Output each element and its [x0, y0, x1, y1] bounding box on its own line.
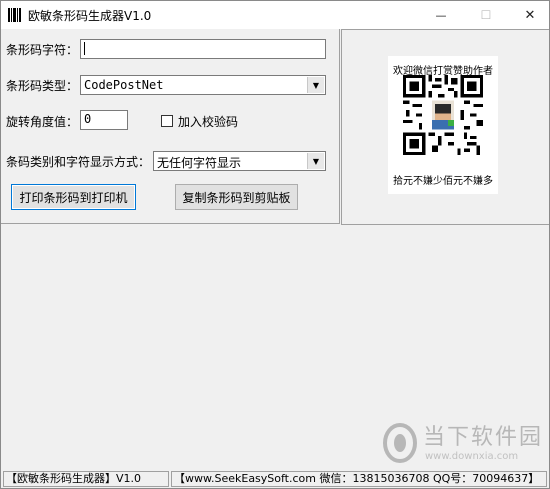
- text-caret: [84, 42, 85, 55]
- close-button[interactable]: ✕: [512, 1, 548, 29]
- copy-barcode-button[interactable]: 复制条形码到剪贴板: [175, 184, 298, 210]
- rotation-label: 旋转角度值：: [6, 115, 79, 129]
- barcode-text-input[interactable]: [80, 39, 326, 59]
- watermark: 当下软件园 www.downxia.com: [383, 419, 543, 469]
- window-title: 欧敏条形码生成器V1.0: [28, 9, 152, 23]
- close-icon: ✕: [524, 7, 536, 23]
- minimize-button[interactable]: —: [423, 1, 459, 29]
- barcode-app-icon: [8, 8, 21, 22]
- app-window: 欧敏条形码生成器V1.0 — ☐ ✕ 条形码字符： 条形码类型： CodePos…: [0, 0, 550, 489]
- watermark-brand: 当下软件园: [423, 425, 544, 450]
- barcode-type-value: CodePostNet: [84, 78, 164, 92]
- print-barcode-button[interactable]: 打印条形码到打印机: [11, 184, 136, 210]
- barcode-settings-panel: 条形码字符： 条形码类型： CodePostNet ▼ 旋转角度值： 0 加入校…: [1, 29, 340, 224]
- watermark-url: www.downxia.com: [425, 451, 519, 462]
- rotation-input[interactable]: 0: [80, 110, 128, 130]
- status-contact: 【www.SeekEasySoft.com 微信：13815036708 QQ号…: [171, 471, 547, 487]
- donation-footer: 拾元不嫌少佰元不嫌多: [393, 176, 493, 187]
- display-mode-value: 无任何字符显示: [157, 156, 242, 170]
- download-logo-icon: [383, 423, 417, 463]
- barcode-type-label: 条形码类型：: [6, 79, 79, 93]
- title-bar[interactable]: 欧敏条形码生成器V1.0 — ☐ ✕: [1, 1, 549, 29]
- display-mode-select[interactable]: 无任何字符显示 ▼: [153, 151, 326, 171]
- maximize-button[interactable]: ☐: [468, 1, 504, 29]
- minimize-icon: —: [435, 8, 447, 22]
- status-bar: 【欧敏条形码生成器】V1.0 【www.SeekEasySoft.com 微信：…: [1, 470, 549, 488]
- barcode-text-label: 条形码字符：: [6, 43, 79, 57]
- barcode-type-select[interactable]: CodePostNet ▼: [80, 75, 326, 95]
- display-mode-label: 条码类别和字符显示方式：: [6, 155, 151, 169]
- donation-panel: 欢迎微信打赏赞助作者 拾元不嫌少佰元不嫌多: [341, 29, 549, 225]
- chevron-down-icon[interactable]: ▼: [307, 77, 324, 93]
- checksum-checkbox[interactable]: [161, 115, 173, 127]
- chevron-down-icon[interactable]: ▼: [307, 153, 324, 169]
- checksum-label[interactable]: 加入校验码: [178, 113, 238, 130]
- donation-card: 欢迎微信打赏赞助作者 拾元不嫌少佰元不嫌多: [388, 56, 498, 194]
- maximize-icon: ☐: [480, 8, 492, 22]
- status-app-name: 【欧敏条形码生成器】V1.0: [3, 471, 169, 487]
- qr-code-icon: [403, 75, 483, 155]
